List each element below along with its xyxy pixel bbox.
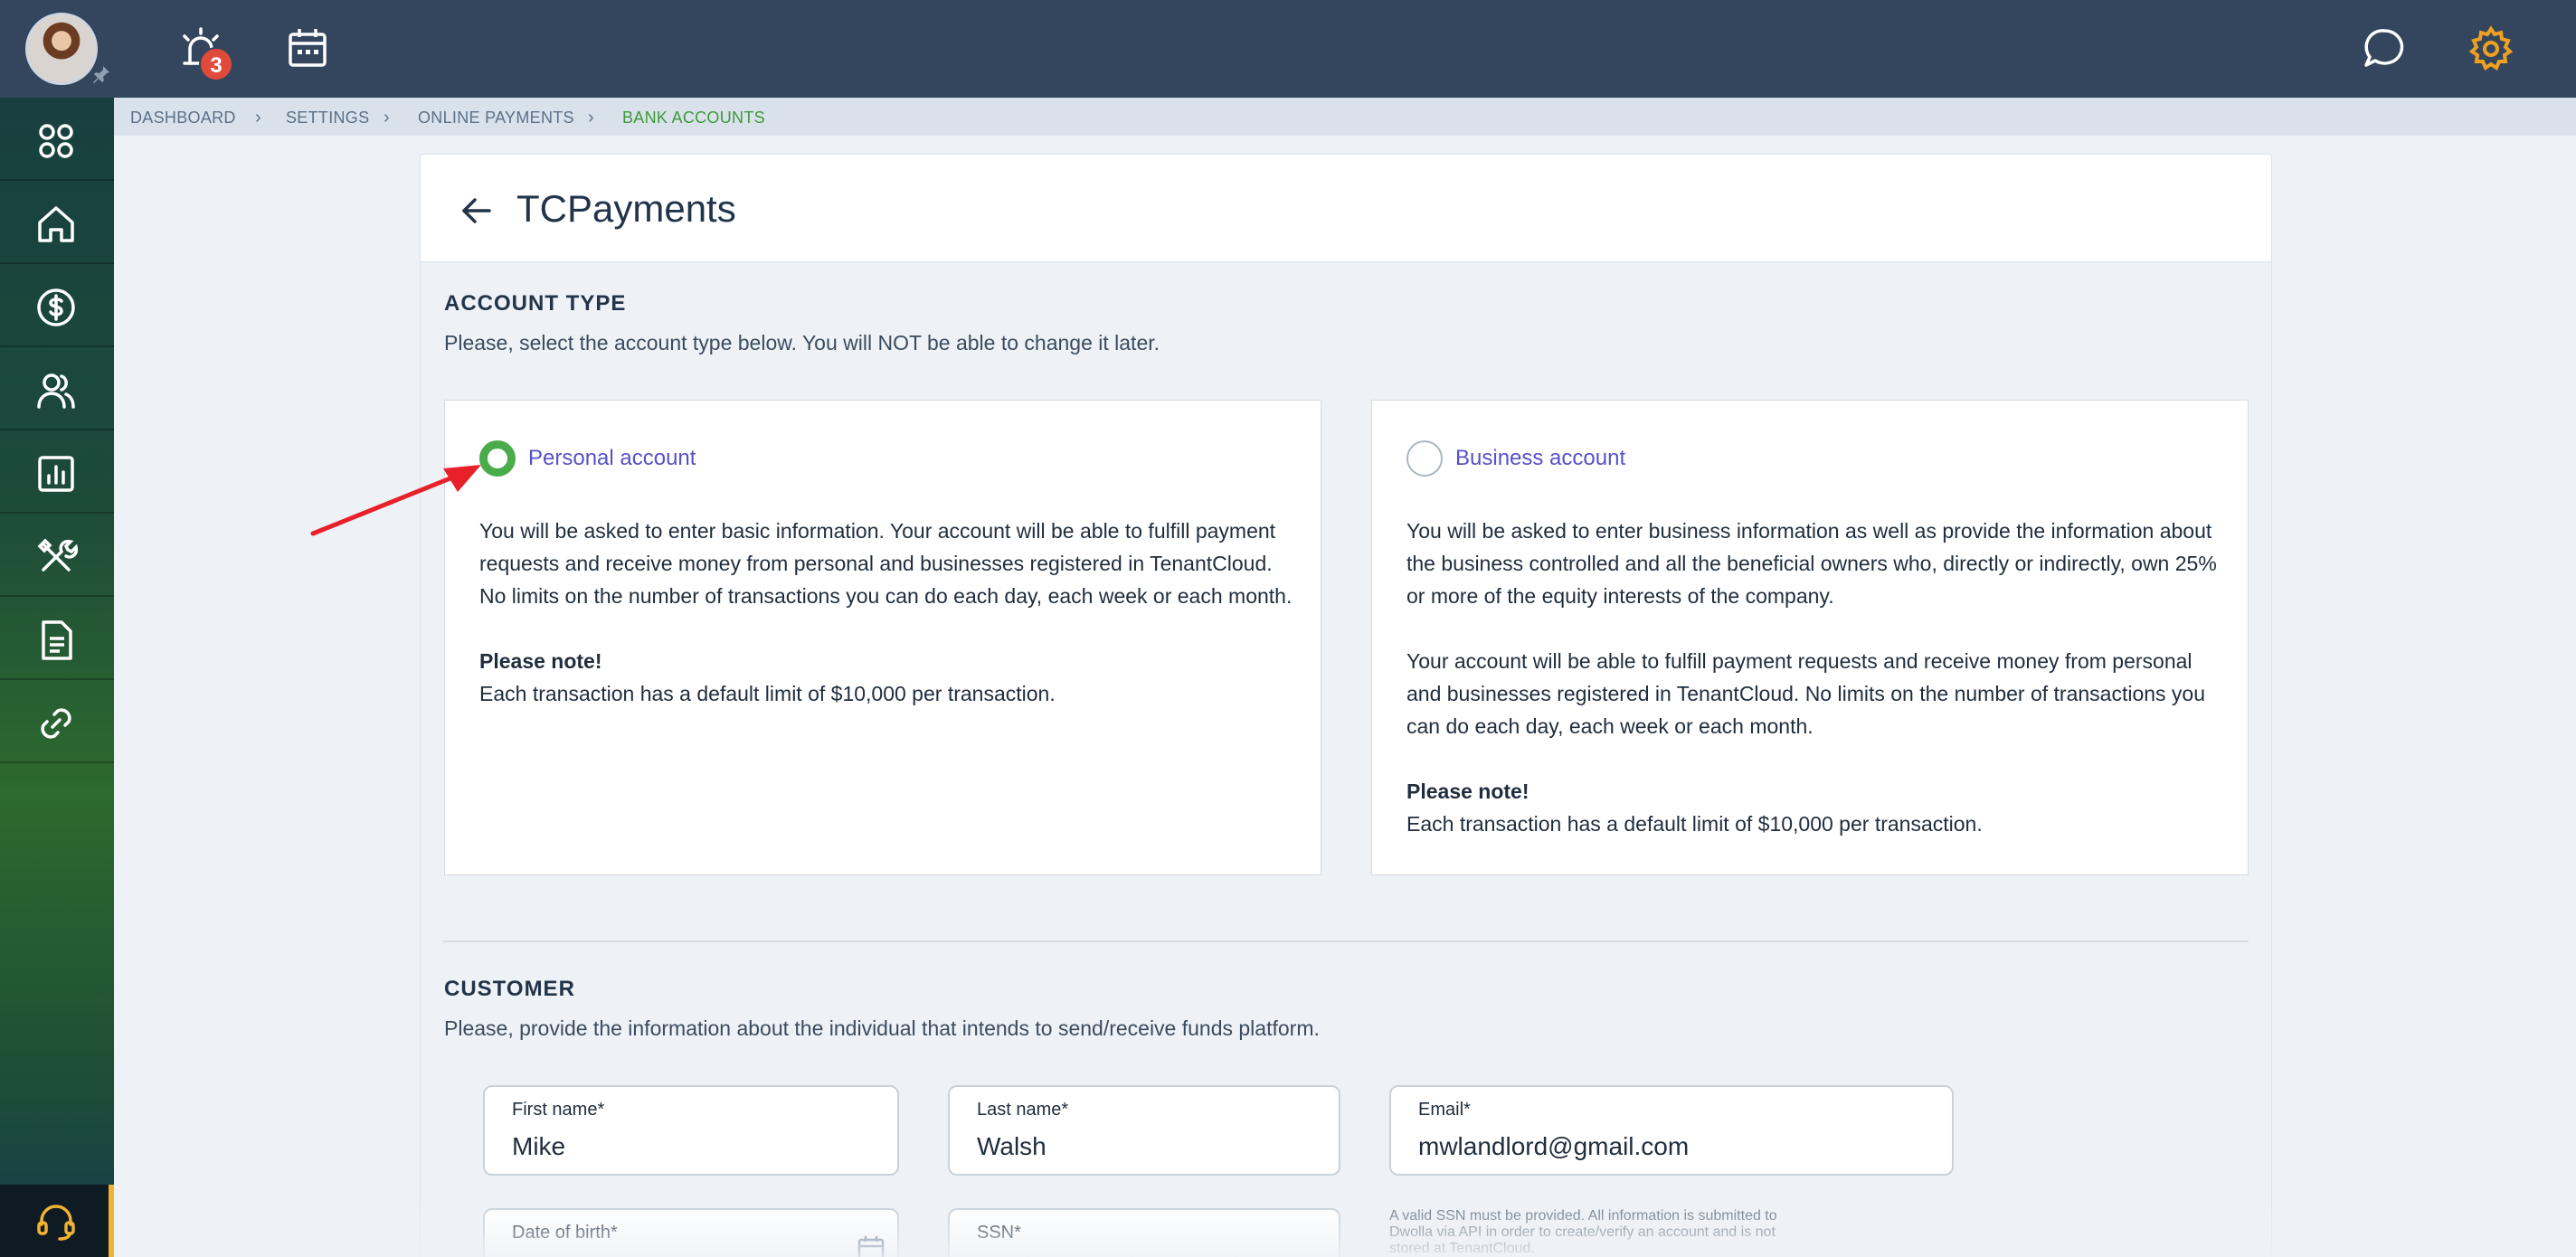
date-of-birth-label: Date of birth* bbox=[512, 1223, 618, 1243]
section-divider bbox=[443, 940, 2249, 942]
breadcrumb-dashboard[interactable]: DASHBOARD bbox=[130, 109, 236, 128]
user-avatar[interactable] bbox=[25, 13, 98, 85]
pin-icon[interactable] bbox=[90, 63, 112, 85]
ssn-label: SSN* bbox=[977, 1223, 1021, 1243]
first-name-label: First name* bbox=[512, 1100, 605, 1120]
breadcrumb-separator: › bbox=[588, 108, 594, 128]
breadcrumb: DASHBOARD › SETTINGS › ONLINE PAYMENTS ›… bbox=[114, 98, 2576, 136]
business-account-note-text: Each transaction has a default limit of … bbox=[1406, 812, 1983, 836]
sidebar-item-documents[interactable] bbox=[0, 597, 114, 680]
breadcrumb-settings[interactable]: SETTINGS bbox=[286, 109, 369, 128]
account-type-title: ACCOUNT TYPE bbox=[444, 291, 627, 316]
date-of-birth-field[interactable]: Date of birth* bbox=[483, 1208, 899, 1257]
breadcrumb-separator: › bbox=[384, 108, 390, 128]
business-account-note-title: Please note! bbox=[1406, 780, 1530, 803]
document-icon bbox=[42, 620, 72, 660]
page-title: TCPayments bbox=[516, 187, 736, 230]
annotation-arrow bbox=[310, 465, 481, 536]
last-name-label: Last name* bbox=[977, 1100, 1069, 1120]
sidebar-item-reports[interactable] bbox=[0, 430, 114, 514]
account-type-description: Please, select the account type below. Y… bbox=[444, 331, 1160, 354]
personal-account-paragraph: You will be asked to enter basic informa… bbox=[479, 519, 1293, 608]
first-name-input[interactable]: Mike bbox=[512, 1132, 565, 1161]
ssn-note: A valid SSN must be provided. All inform… bbox=[1389, 1208, 1777, 1256]
personal-account-text: You will be asked to enter basic informa… bbox=[479, 515, 1293, 710]
business-account-paragraph: You will be asked to enter business info… bbox=[1406, 519, 2217, 608]
link-icon bbox=[41, 708, 71, 739]
tools-icon bbox=[37, 538, 78, 572]
page-header-card: TCPayments bbox=[420, 154, 2272, 262]
sidebar-item-payments[interactable] bbox=[0, 264, 114, 347]
top-bar: 3 bbox=[0, 0, 2576, 98]
settings-gear-icon[interactable] bbox=[2466, 24, 2516, 74]
personal-account-note-text: Each transaction has a default limit of … bbox=[479, 682, 1056, 705]
sidebar-item-apps[interactable] bbox=[0, 98, 114, 181]
business-account-label[interactable]: Business account bbox=[1455, 440, 1625, 477]
personal-account-label[interactable]: Personal account bbox=[528, 440, 696, 477]
calendar-icon[interactable] bbox=[856, 1233, 886, 1257]
first-name-field[interactable]: First name* Mike bbox=[483, 1085, 899, 1176]
business-account-paragraph: Your account will be able to fulfill pay… bbox=[1406, 649, 2206, 738]
customer-title: CUSTOMER bbox=[444, 977, 575, 1001]
chat-icon[interactable] bbox=[2359, 24, 2410, 74]
customer-description: Please, provide the information about th… bbox=[444, 1016, 1320, 1040]
ssn-field[interactable]: SSN* bbox=[948, 1208, 1340, 1257]
dollar-icon bbox=[37, 288, 75, 326]
sidebar-item-home[interactable] bbox=[0, 181, 114, 264]
sidebar-item-contacts[interactable] bbox=[0, 347, 114, 430]
personal-account-option[interactable]: Personal account You will be asked to en… bbox=[444, 400, 1321, 875]
calendar-icon[interactable] bbox=[282, 24, 333, 74]
sidebar bbox=[0, 98, 114, 1257]
people-icon bbox=[37, 373, 75, 409]
last-name-input[interactable]: Walsh bbox=[977, 1132, 1046, 1161]
home-icon bbox=[38, 206, 74, 242]
last-name-field[interactable]: Last name* Walsh bbox=[948, 1085, 1340, 1176]
apps-grid-icon bbox=[39, 124, 73, 158]
email-input[interactable]: mwlandlord@gmail.com bbox=[1418, 1132, 1689, 1161]
support-button[interactable] bbox=[0, 1185, 114, 1257]
business-account-text: You will be asked to enter business info… bbox=[1406, 515, 2221, 840]
business-account-radio[interactable] bbox=[1406, 440, 1443, 477]
breadcrumb-bank-accounts: BANK ACCOUNTS bbox=[622, 109, 765, 127]
sidebar-item-integrations[interactable] bbox=[0, 680, 114, 763]
breadcrumb-separator: › bbox=[255, 108, 261, 128]
back-arrow-icon[interactable] bbox=[457, 191, 497, 231]
sidebar-item-maintenance[interactable] bbox=[0, 514, 114, 597]
personal-account-note-title: Please note! bbox=[479, 649, 602, 673]
reports-chart-icon bbox=[38, 456, 74, 492]
notification-badge: 3 bbox=[199, 47, 233, 81]
business-account-option[interactable]: Business account You will be asked to en… bbox=[1371, 400, 2249, 875]
email-field[interactable]: Email* mwlandlord@gmail.com bbox=[1389, 1085, 1954, 1176]
email-label: Email* bbox=[1418, 1100, 1471, 1120]
breadcrumb-online-payments[interactable]: ONLINE PAYMENTS bbox=[418, 109, 574, 128]
headset-support-icon bbox=[37, 1205, 75, 1241]
